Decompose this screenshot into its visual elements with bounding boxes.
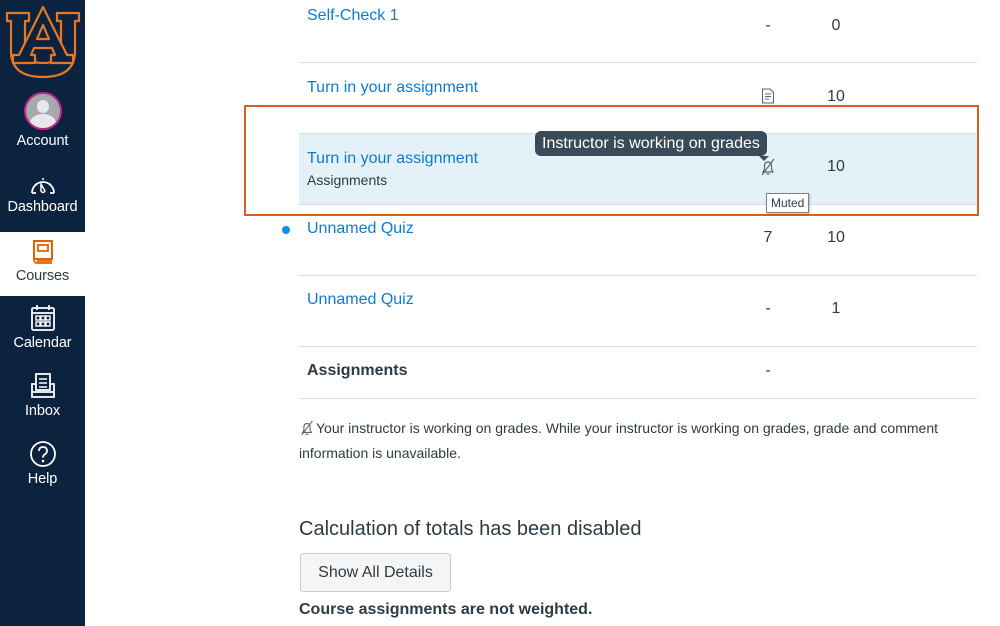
weighting-note: Course assignments are not weighted. <box>299 601 593 618</box>
nav-account[interactable]: Account <box>0 92 85 158</box>
out-of: 1 <box>831 300 841 317</box>
out-of: 10 <box>827 88 845 105</box>
muted-bell-icon <box>301 420 313 436</box>
inbox-icon <box>30 373 55 398</box>
score: 7 <box>763 229 773 246</box>
nav-help[interactable]: Help <box>0 438 85 498</box>
nav-calendar-label: Calendar <box>13 335 72 351</box>
nav-help-label: Help <box>27 471 58 487</box>
auburn-logo[interactable] <box>0 0 85 84</box>
score: - <box>765 300 771 317</box>
nav-dashboard-label: Dashboard <box>7 199 78 215</box>
score: - <box>765 17 771 34</box>
out-of: 10 <box>827 229 845 246</box>
nav-inbox-label: Inbox <box>25 403 60 419</box>
nav-calendar[interactable]: Calendar <box>0 302 85 362</box>
group-total-row: Assignments - <box>299 347 977 399</box>
help-question-icon <box>29 441 56 467</box>
grade-row: Unnamed Quiz - 1 <box>299 276 977 347</box>
muted-notice: Your instructor is working on grades. Wh… <box>299 416 969 466</box>
group-total-score: - <box>765 362 771 379</box>
au-logo-icon <box>5 5 80 79</box>
instructor-tooltip: Instructor is working on grades <box>535 131 769 161</box>
out-of: 0 <box>831 17 841 34</box>
global-nav: Account Dashboard Courses Calendar Inbox… <box>0 0 85 626</box>
assignment-link[interactable]: Turn in your assignment <box>307 79 478 97</box>
nav-courses-label: Courses <box>15 268 70 284</box>
nav-inbox[interactable]: Inbox <box>0 370 85 430</box>
group-total-title: Assignments <box>307 362 408 379</box>
highlight-annotation-box <box>244 105 979 216</box>
assignment-link[interactable]: Unnamed Quiz <box>307 291 414 309</box>
book-icon <box>32 240 53 264</box>
nav-courses[interactable]: Courses <box>0 232 85 296</box>
unread-indicator <box>282 226 290 234</box>
assignment-link[interactable]: Unnamed Quiz <box>307 220 414 238</box>
dashboard-gauge-icon <box>30 178 55 194</box>
avatar <box>23 92 62 130</box>
nav-account-label: Account <box>16 133 69 149</box>
grades-content: Self-Check 1 - 0 Turn in your assignment… <box>85 0 1000 626</box>
totals-disabled-heading: Calculation of totals has been disabled <box>299 518 642 540</box>
grade-row: Self-Check 1 - 0 <box>299 0 977 63</box>
nav-dashboard[interactable]: Dashboard <box>0 168 85 230</box>
show-all-details-button[interactable]: Show All Details <box>300 553 451 592</box>
document-icon <box>761 88 775 104</box>
assignment-link[interactable]: Self-Check 1 <box>307 7 399 25</box>
muted-tooltip: Muted <box>766 193 810 213</box>
muted-notice-text: Your instructor is working on grades. Wh… <box>299 420 938 461</box>
calendar-icon <box>30 305 55 331</box>
